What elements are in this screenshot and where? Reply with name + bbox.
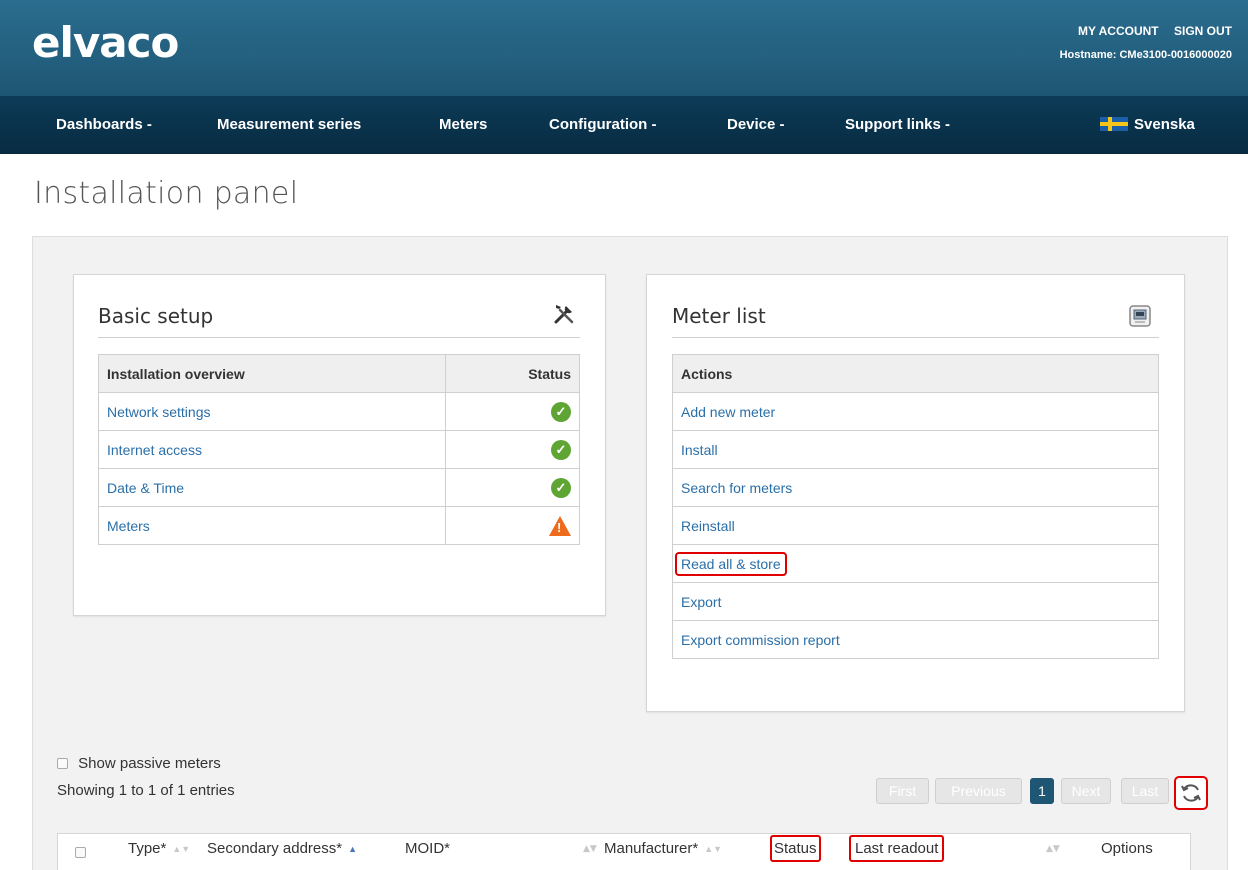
show-passive-label: Show passive meters	[78, 755, 221, 772]
refresh-icon	[1181, 784, 1201, 802]
installation-overview-table: Installation overview Status Network set…	[98, 354, 581, 545]
basic-setup-divider	[98, 337, 580, 338]
export-commission-report-link[interactable]: Export commission report	[672, 620, 1159, 659]
col-type-label: Type*	[128, 840, 167, 857]
col-manufacturer-label: Manufacturer*	[604, 840, 699, 857]
check-icon: ✓	[551, 401, 571, 422]
check-icon: ✓	[551, 477, 571, 498]
col-status: Status	[444, 354, 581, 393]
pager-previous-button[interactable]: Previous	[935, 778, 1022, 804]
entries-info: Showing 1 to 1 of 1 entries	[57, 782, 235, 799]
col-options: Options	[1101, 840, 1153, 857]
pager-first-button[interactable]: First	[876, 778, 929, 804]
col-installation-overview: Installation overview	[98, 354, 446, 393]
table-row: Internet access ✓	[98, 430, 581, 469]
table-row: Meters !	[98, 506, 581, 545]
meter-list-title: Meter list	[672, 304, 766, 328]
table-row: Read all & store	[672, 544, 1159, 583]
elvaco-logo[interactable]: elvaco	[32, 18, 179, 67]
table-row: Date & Time ✓	[98, 468, 581, 507]
meter-icon	[1128, 304, 1152, 328]
export-link[interactable]: Export	[672, 582, 1159, 621]
col-moid[interactable]: MOID*	[405, 840, 450, 857]
basic-setup-title: Basic setup	[98, 304, 214, 328]
check-icon: ✓	[551, 439, 571, 460]
network-settings-link[interactable]: Network settings	[98, 392, 446, 431]
table-row: Export	[672, 582, 1159, 621]
sort-ascending-icon: ▲	[348, 844, 358, 854]
install-link[interactable]: Install	[672, 430, 1159, 469]
reinstall-link[interactable]: Reinstall	[672, 506, 1159, 545]
table-row: Network settings ✓	[98, 392, 581, 431]
add-new-meter-link[interactable]: Add new meter	[672, 392, 1159, 431]
nav-configuration[interactable]: Configuration -	[549, 116, 656, 133]
read-all-store-link[interactable]: Read all & store	[675, 551, 787, 576]
language-label: Svenska	[1134, 116, 1195, 133]
pager-page-1-button[interactable]: 1	[1030, 778, 1054, 804]
pager-next-button[interactable]: Next	[1061, 778, 1111, 804]
warning-icon: !	[549, 515, 571, 536]
select-all-checkbox[interactable]	[75, 847, 86, 858]
col-status[interactable]: Status	[770, 835, 821, 862]
main-nav: Dashboards - Measurement series Meters C…	[0, 96, 1248, 154]
col-last-readout[interactable]: Last readout	[849, 835, 945, 862]
nav-measurement-series[interactable]: Measurement series	[217, 116, 361, 133]
table-row: Install	[672, 430, 1159, 469]
page-title: Installation panel	[34, 176, 299, 211]
tools-icon	[552, 302, 576, 326]
my-account-link[interactable]: MY ACCOUNT	[1078, 24, 1159, 38]
header: elvaco MY ACCOUNT SIGN OUT Hostname: CMe…	[0, 0, 1248, 96]
nav-dashboards[interactable]: Dashboards -	[56, 116, 152, 133]
col-manufacturer[interactable]: Manufacturer* ▲▼	[604, 840, 722, 857]
meter-list-divider	[672, 337, 1159, 338]
nav-meters[interactable]: Meters	[439, 116, 487, 133]
table-row: Search for meters	[672, 468, 1159, 507]
refresh-button[interactable]	[1174, 776, 1208, 810]
internet-access-link[interactable]: Internet access	[98, 430, 446, 469]
sort-icon: ▲▼	[704, 844, 723, 854]
swedish-flag-icon	[1100, 117, 1128, 131]
account-links: MY ACCOUNT SIGN OUT	[1078, 24, 1232, 38]
nav-device[interactable]: Device -	[727, 116, 785, 133]
hostname-label: Hostname: CMe3100-0016000020	[1059, 49, 1232, 61]
table-row: Add new meter	[672, 392, 1159, 431]
col-moid-label: MOID*	[405, 840, 450, 857]
table-row: Reinstall	[672, 506, 1159, 545]
nav-support-links[interactable]: Support links -	[845, 116, 950, 133]
search-for-meters-link[interactable]: Search for meters	[672, 468, 1159, 507]
table-row: Export commission report	[672, 620, 1159, 659]
col-type[interactable]: Type* ▲▼	[128, 840, 190, 857]
sign-out-link[interactable]: SIGN OUT	[1174, 24, 1232, 38]
meter-actions-table: Actions Add new meter Install Search for…	[672, 354, 1159, 659]
show-passive-checkbox[interactable]	[57, 758, 68, 769]
show-passive-row: Show passive meters	[57, 755, 221, 772]
col-secondary-address[interactable]: Secondary address* ▲	[207, 840, 357, 857]
sort-icon: ▲▼	[172, 844, 191, 854]
sort-icon: ▲▼	[583, 844, 597, 854]
meters-link[interactable]: Meters	[98, 506, 446, 545]
sort-icon: ▲▼	[1046, 844, 1060, 854]
pager-last-button[interactable]: Last	[1121, 778, 1169, 804]
date-time-link[interactable]: Date & Time	[98, 468, 446, 507]
col-secondary-address-label: Secondary address*	[207, 840, 343, 857]
col-actions: Actions	[672, 354, 1159, 393]
language-switch[interactable]: Svenska	[1100, 116, 1195, 133]
